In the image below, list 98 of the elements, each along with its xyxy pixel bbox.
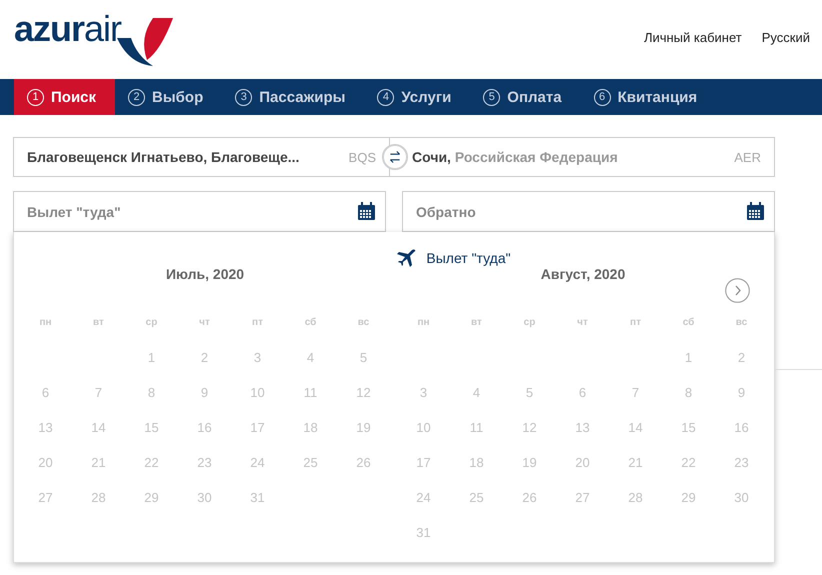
calendar-day[interactable]: 24 bbox=[250, 455, 265, 470]
calendar-day[interactable]: 18 bbox=[469, 455, 484, 470]
calendar-day[interactable]: 21 bbox=[628, 455, 643, 470]
calendar-day[interactable]: 26 bbox=[522, 490, 537, 505]
calendar-day[interactable]: 3 bbox=[254, 350, 262, 365]
calendar-day[interactable]: 13 bbox=[575, 420, 590, 435]
calendar-day[interactable]: 16 bbox=[734, 420, 749, 435]
calendar-day[interactable]: 14 bbox=[91, 420, 106, 435]
calendar-day[interactable]: 8 bbox=[684, 385, 692, 400]
calendar-day[interactable]: 14 bbox=[628, 420, 643, 435]
calendar-day[interactable]: 15 bbox=[144, 420, 159, 435]
calendar-day[interactable]: 12 bbox=[522, 420, 537, 435]
calendar-day[interactable]: 9 bbox=[738, 385, 746, 400]
next-month-button[interactable] bbox=[725, 278, 750, 303]
calendar-day[interactable]: 16 bbox=[197, 420, 212, 435]
calendar-day[interactable]: 10 bbox=[416, 420, 431, 435]
calendar-day[interactable]: 17 bbox=[250, 420, 265, 435]
step-number: 4 bbox=[377, 88, 394, 106]
calendar-day[interactable]: 21 bbox=[91, 455, 106, 470]
calendar-day[interactable]: 28 bbox=[91, 490, 106, 505]
calendar-day[interactable]: 2 bbox=[200, 350, 208, 365]
step-tab[interactable]: 3 Пассажиры bbox=[222, 79, 364, 115]
step-label: Услуги bbox=[401, 88, 452, 106]
calendar-day[interactable]: 5 bbox=[360, 350, 368, 365]
calendar-day[interactable]: 20 bbox=[38, 455, 53, 470]
calendar-day[interactable]: 23 bbox=[197, 455, 212, 470]
step-label: Пассажиры bbox=[259, 88, 346, 106]
calendar-day[interactable]: 3 bbox=[420, 385, 428, 400]
calendar-day[interactable]: 7 bbox=[94, 385, 102, 400]
step-tab[interactable]: 1 Поиск bbox=[14, 79, 116, 115]
header-link[interactable]: Личный кабинет bbox=[644, 30, 742, 45]
calendar-day[interactable]: 31 bbox=[250, 490, 265, 505]
step-tab[interactable]: 4 Услуги bbox=[364, 79, 470, 115]
step-number: 2 bbox=[128, 88, 146, 106]
calendar-day[interactable]: 1 bbox=[148, 350, 156, 365]
step-number: 6 bbox=[594, 88, 611, 106]
calendar-day[interactable]: 12 bbox=[356, 385, 371, 400]
calendar-day[interactable]: 11 bbox=[304, 385, 318, 400]
step-number: 3 bbox=[235, 88, 252, 106]
calendar-day[interactable]: 23 bbox=[734, 455, 749, 470]
calendar-day[interactable]: 22 bbox=[144, 455, 159, 470]
step-label: Квитанция bbox=[618, 88, 698, 106]
calendar-day[interactable]: 9 bbox=[200, 385, 208, 400]
calendar-day[interactable]: 20 bbox=[575, 455, 590, 470]
calendar-day[interactable]: 22 bbox=[681, 455, 696, 470]
step-label: Поиск bbox=[51, 88, 96, 106]
origin-city: Благовещенск Игнатьево, Благовеще... bbox=[27, 149, 300, 165]
header-link[interactable]: Русский bbox=[762, 30, 810, 45]
calendar-day[interactable]: 5 bbox=[526, 385, 534, 400]
calendar-day[interactable]: 8 bbox=[148, 385, 156, 400]
month-title: Август, 2020 bbox=[540, 265, 626, 284]
calendar-day[interactable]: 13 bbox=[38, 420, 53, 435]
month-title: Июль, 2020 bbox=[166, 265, 244, 284]
step-label: Выбор bbox=[152, 88, 204, 106]
step-label: Оплата bbox=[507, 88, 562, 106]
calendar-day[interactable]: 7 bbox=[632, 385, 640, 400]
calendar-day[interactable]: 10 bbox=[250, 385, 265, 400]
calendar-day[interactable]: 2 bbox=[738, 350, 746, 365]
calendar-day[interactable]: 18 bbox=[303, 420, 318, 435]
calendar-day[interactable]: 24 bbox=[416, 490, 431, 505]
swap-button[interactable] bbox=[382, 144, 408, 170]
calendar-day[interactable]: 25 bbox=[469, 490, 484, 505]
step-number: 1 bbox=[27, 88, 44, 106]
calendar-day[interactable]: 27 bbox=[38, 490, 53, 505]
calendar-day[interactable]: 4 bbox=[472, 385, 480, 400]
airport-code: BQS bbox=[348, 150, 376, 164]
step-tab[interactable]: 6 Квитанция bbox=[580, 79, 716, 115]
calendar-day[interactable]: 30 bbox=[197, 490, 212, 505]
step-tab[interactable]: 5 Оплата bbox=[470, 79, 581, 115]
calendar-icon bbox=[358, 202, 375, 220]
calendar-day[interactable]: 6 bbox=[42, 385, 50, 400]
calendar-day[interactable]: 11 bbox=[470, 420, 484, 435]
calendar-icon bbox=[747, 202, 764, 220]
calendar-day[interactable]: 15 bbox=[681, 420, 696, 435]
destination-city: Сочи, bbox=[412, 149, 451, 165]
destination-country: Российская Федерация bbox=[454, 149, 618, 165]
calendar-day[interactable]: 25 bbox=[303, 455, 318, 470]
calendar-day[interactable]: 6 bbox=[578, 385, 586, 400]
calendar-day[interactable]: 29 bbox=[681, 490, 696, 505]
calendar-day[interactable]: 1 bbox=[684, 350, 692, 365]
calendar-title: Вылет "туда" bbox=[426, 250, 511, 266]
step-tab[interactable]: 2 Выбор bbox=[115, 79, 222, 115]
calendar-day[interactable]: 4 bbox=[306, 350, 314, 365]
calendar-day[interactable]: 30 bbox=[734, 490, 749, 505]
calendar-day[interactable]: 19 bbox=[522, 455, 537, 470]
calendar-day[interactable]: 17 bbox=[416, 455, 431, 470]
calendar-day[interactable]: 31 bbox=[416, 525, 431, 540]
calendar-day[interactable]: 26 bbox=[356, 455, 371, 470]
calendar-day[interactable]: 29 bbox=[144, 490, 159, 505]
date-field[interactable]: Обратно bbox=[402, 191, 775, 232]
logo-text: azurair bbox=[14, 14, 122, 44]
date-field[interactable]: Вылет "туда" bbox=[13, 191, 386, 232]
calendar-day[interactable]: 28 bbox=[628, 490, 643, 505]
airport-code: AER bbox=[734, 150, 761, 164]
plane-icon bbox=[397, 249, 416, 267]
step-number: 5 bbox=[483, 88, 500, 106]
calendar-day[interactable]: 19 bbox=[356, 420, 371, 435]
calendar-day[interactable]: 27 bbox=[575, 490, 590, 505]
